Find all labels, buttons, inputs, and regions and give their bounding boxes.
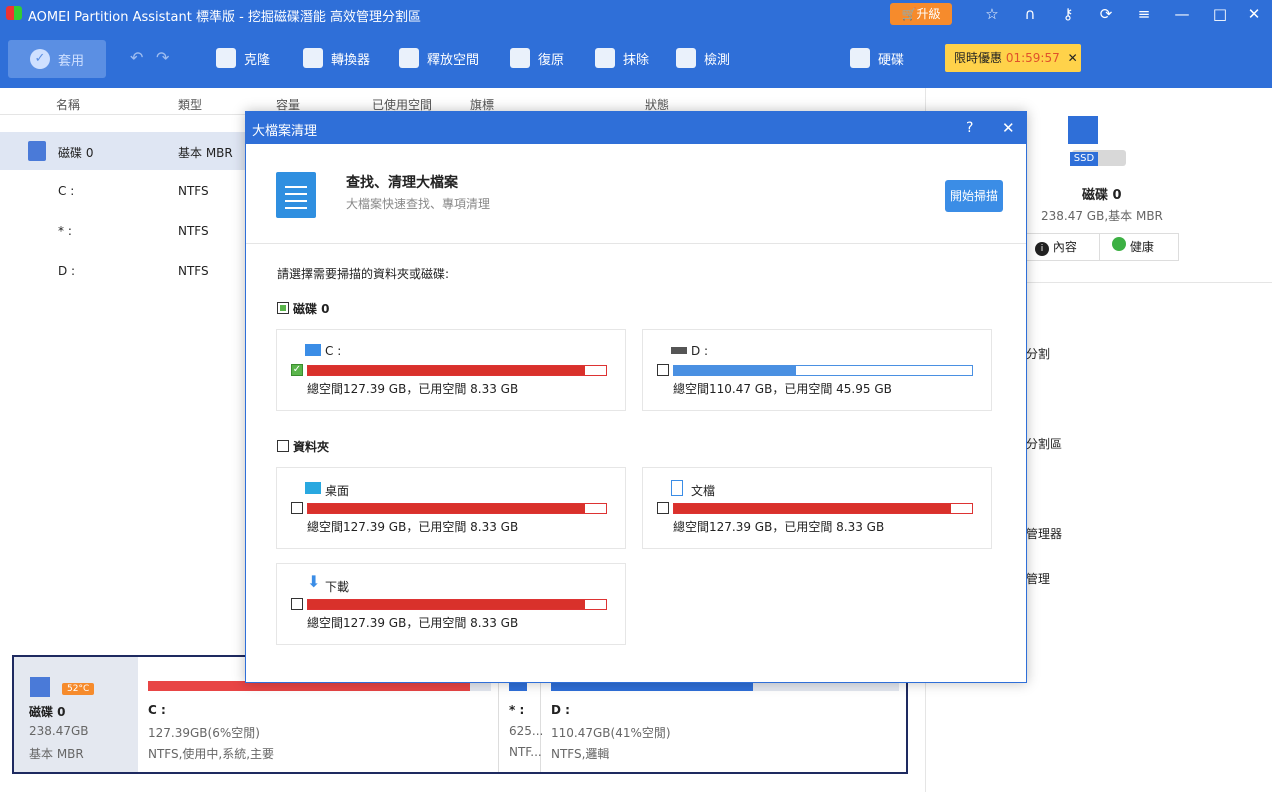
disk-summary[interactable]: 52°C 磁碟 0 238.47GB 基本 MBR: [14, 657, 138, 772]
title-bar: AOMEI Partition Assistant 標準版 - 挖掘磁碟潛能 高…: [0, 0, 1272, 28]
ssd-icon: [28, 141, 46, 161]
list-row[interactable]: C : NTFS: [0, 172, 245, 210]
maximize-icon[interactable]: □: [1210, 4, 1230, 24]
properties-button[interactable]: i 內容: [1026, 233, 1106, 261]
star-icon[interactable]: ☆: [982, 4, 1002, 24]
start-scan-button[interactable]: 開始掃描: [945, 180, 1003, 212]
folder-desktop-card[interactable]: 桌面 總空間127.39 GB，已用空間 8.33 GB: [276, 467, 626, 549]
col-type[interactable]: 類型: [178, 96, 202, 113]
document-file-icon: [671, 480, 683, 496]
undo-icon[interactable]: ↶: [130, 48, 143, 67]
folder-documents-checkbox[interactable]: [657, 502, 669, 514]
restore-button[interactable]: 復原: [510, 28, 564, 88]
toolbar: ✓ 套用 ↶ ↷ 克隆 轉換器 釋放空間 復原 抹除 檢測 硬碟 限時優惠 01:…: [0, 28, 1272, 88]
ssd-drive-icon: SSD: [1068, 116, 1128, 166]
upgrade-button[interactable]: 🛒升級: [890, 3, 952, 25]
promo-timer: 01:59:57: [1005, 51, 1060, 65]
convert-button[interactable]: 轉換器: [303, 28, 370, 88]
thumbs-up-icon: [1112, 237, 1126, 251]
disk-icon: [850, 48, 870, 68]
drive-c-usage-bar: [307, 365, 607, 376]
check-icon: [676, 48, 696, 68]
drive-c-checkbox[interactable]: ✓: [291, 364, 303, 376]
col-name[interactable]: 名稱: [56, 96, 80, 113]
panel-link[interactable]: 分割區: [1026, 435, 1062, 452]
desktop-icon: [305, 482, 321, 494]
folder-desktop-usage-bar: [307, 503, 607, 514]
windows-drive-icon: [305, 344, 321, 356]
ssd-icon: [30, 677, 50, 697]
promo-close-icon[interactable]: ✕: [1068, 51, 1078, 65]
list-row[interactable]: D : NTFS: [0, 252, 245, 290]
disk-group-label: 磁碟 0: [293, 302, 330, 316]
dialog-divider: [246, 243, 1026, 244]
app-logo-icon: [6, 6, 22, 20]
apply-button[interactable]: ✓ 套用: [8, 40, 106, 78]
right-disk-name: 磁碟 0: [1082, 188, 1122, 203]
check-button[interactable]: 檢測: [676, 28, 730, 88]
panel-link[interactable]: 管理: [1026, 570, 1050, 587]
right-disk-info: 238.47 GB,基本 MBR: [1041, 209, 1163, 223]
help-icon[interactable]: ?: [966, 120, 973, 136]
key-icon[interactable]: ⚷: [1058, 4, 1078, 24]
list-row[interactable]: * : NTFS: [0, 212, 245, 250]
large-file-cleaner-dialog: 大檔案清理 ? ✕ 查找、清理大檔案 大檔案快速查找、專項清理 開始掃描 請選擇…: [245, 111, 1027, 683]
disk-group-checkbox[interactable]: [277, 302, 289, 314]
dialog-close-icon[interactable]: ✕: [1002, 119, 1015, 137]
folder-group-label: 資料夾: [293, 440, 330, 454]
folder-downloads-checkbox[interactable]: [291, 598, 303, 610]
folder-documents-usage-bar: [673, 503, 973, 514]
promo-badge[interactable]: 限時優惠 01:59:57 ✕: [945, 44, 1081, 72]
dialog-heading: 查找、清理大檔案: [346, 175, 458, 191]
convert-icon: [303, 48, 323, 68]
folder-downloads-card[interactable]: ⬇ 下載 總空間127.39 GB，已用空間 8.33 GB: [276, 563, 626, 645]
close-icon[interactable]: ✕: [1244, 4, 1264, 24]
dialog-subheading: 大檔案快速查找、專項清理: [346, 197, 491, 211]
list-row[interactable]: 磁碟 0 基本 MBR: [0, 132, 245, 170]
dialog-prompt: 請選擇需要掃描的資料夾或磁碟:: [277, 267, 450, 281]
cart-icon: 🛒: [901, 7, 917, 21]
panel-link[interactable]: 分割: [1026, 345, 1050, 362]
drive-d-usage-bar: [673, 365, 973, 376]
minimize-icon[interactable]: —: [1172, 4, 1192, 24]
app-title: AOMEI Partition Assistant 標準版 - 挖掘磁碟潛能 高…: [28, 10, 422, 25]
wipe-icon: [595, 48, 615, 68]
panel-link[interactable]: 管理器: [1026, 525, 1062, 542]
temperature-badge: 52°C: [62, 683, 95, 695]
download-arrow-icon: ⬇: [307, 572, 321, 591]
wipe-button[interactable]: 抹除: [595, 28, 649, 88]
disk-button[interactable]: 硬碟: [850, 28, 904, 88]
folder-documents-card[interactable]: 文檔 總空間127.39 GB，已用空間 8.33 GB: [642, 467, 992, 549]
restore-icon: [510, 48, 530, 68]
health-button[interactable]: 健康: [1099, 233, 1179, 261]
drive-c-card[interactable]: C : ✓ 總空間127.39 GB，已用空間 8.33 GB: [276, 329, 626, 411]
menu-icon[interactable]: ≡: [1134, 4, 1154, 24]
check-circle-icon: ✓: [29, 49, 50, 69]
info-icon: i: [1035, 242, 1049, 256]
document-icon: [276, 172, 316, 218]
folder-desktop-checkbox[interactable]: [291, 502, 303, 514]
dialog-title-bar: 大檔案清理 ? ✕: [246, 112, 1026, 144]
drive-d-card[interactable]: D : 總空間110.47 GB，已用空間 45.95 GB: [642, 329, 992, 411]
free-space-icon: [399, 48, 419, 68]
folder-downloads-usage-bar: [307, 599, 607, 610]
drive-d-checkbox[interactable]: [657, 364, 669, 376]
headset-icon[interactable]: ∩: [1020, 4, 1040, 24]
clone-button[interactable]: 克隆: [216, 28, 270, 88]
redo-icon[interactable]: ↷: [156, 48, 169, 67]
free-space-button[interactable]: 釋放空間: [399, 28, 479, 88]
folder-group-checkbox[interactable]: [277, 440, 289, 452]
hdd-drive-icon: [671, 347, 687, 354]
clone-icon: [216, 48, 236, 68]
dialog-title: 大檔案清理: [252, 124, 318, 139]
refresh-icon[interactable]: ⟳: [1096, 4, 1116, 24]
